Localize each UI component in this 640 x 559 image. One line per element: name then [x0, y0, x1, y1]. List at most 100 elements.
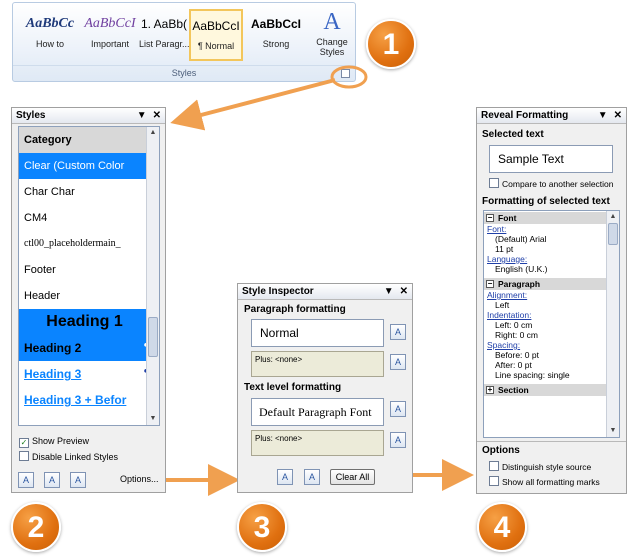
style-item-char-char[interactable]: Char Char¶	[19, 179, 159, 205]
indent-right-value: Right: 0 cm	[495, 330, 538, 340]
scroll-thumb[interactable]	[148, 317, 158, 357]
clear-all-button[interactable]: Clear All	[330, 469, 375, 485]
checkbox-checked-icon[interactable]: ✓	[19, 438, 29, 448]
compare-checkbox[interactable]: Compare to another selection	[489, 178, 614, 189]
collapse-icon[interactable]: −	[486, 280, 494, 288]
section-section-header[interactable]: + Section	[484, 384, 619, 396]
styles-pane-title: Styles ▼ ✕	[12, 108, 165, 124]
close-icon[interactable]: ✕	[614, 110, 622, 121]
spacing-after-value: After: 0 pt	[495, 360, 532, 370]
scroll-up-icon[interactable]: ▲	[608, 212, 618, 222]
new-style-button[interactable]: A	[304, 469, 320, 485]
show-preview-checkbox[interactable]: ✓ Show Preview	[19, 436, 89, 448]
options-heading: Options	[482, 445, 520, 456]
pane-title-text: Styles	[16, 110, 46, 121]
style-inspector-pane: Style Inspector ▼ ✕ Paragraph formatting …	[237, 283, 413, 493]
line-spacing-value: Line spacing: single	[495, 370, 570, 380]
show-formatting-marks-checkbox[interactable]: Show all formatting marks	[489, 476, 600, 487]
style-item-heading-3-before[interactable]: Heading 3 + Befor	[19, 387, 159, 413]
scroll-thumb[interactable]	[608, 223, 618, 245]
pane-title-text: Style Inspector	[242, 286, 314, 297]
section-label: Font	[498, 213, 517, 223]
close-icon[interactable]: ✕	[400, 286, 408, 297]
distinguish-label: Distinguish style source	[502, 462, 592, 472]
clear-paragraph-formatting-icon[interactable]: A	[390, 354, 406, 370]
styles-pane: Styles ▼ ✕ Category¶ Clear (Custom Color …	[11, 107, 166, 493]
alignment-link[interactable]: Alignment:	[484, 290, 619, 300]
reset-character-icon[interactable]: A	[390, 401, 406, 417]
style-item-ctl00[interactable]: ctl00_placeholdermain_a	[19, 231, 159, 257]
formatting-tree[interactable]: − Font Font: (Default) Arial 11 pt Langua…	[483, 210, 620, 438]
font-section-header[interactable]: − Font	[484, 212, 619, 224]
divider	[477, 441, 626, 442]
spacing-before-value: Before: 0 pt	[495, 350, 539, 360]
step-badge-4: 4	[477, 502, 527, 552]
font-link[interactable]: Font:	[484, 224, 619, 234]
style-inspector-title: Style Inspector ▼ ✕	[238, 284, 412, 300]
paragraph-section-header[interactable]: − Paragraph	[484, 278, 619, 290]
style-item-label: Heading 1	[46, 313, 123, 330]
styles-list[interactable]: Category¶ Clear (Custom Color Char Char¶…	[18, 126, 160, 426]
checkbox-icon[interactable]	[489, 178, 499, 188]
expand-icon[interactable]: +	[486, 386, 494, 394]
style-item-heading-2[interactable]: Heading 2¶a	[19, 335, 159, 361]
style-item-header[interactable]: Header¶	[19, 283, 159, 309]
spacing-link[interactable]: Spacing:	[484, 340, 619, 350]
checkbox-icon[interactable]	[489, 476, 499, 486]
manage-styles-button[interactable]: A	[70, 472, 86, 488]
language-value: English (U.K.)	[495, 264, 548, 274]
style-item-label: Heading 2	[24, 341, 82, 355]
text-style-field[interactable]: Default Paragraph Font	[251, 398, 384, 426]
styles-list-scrollbar[interactable]: ▲ ▼	[146, 127, 159, 425]
section-label: Paragraph	[498, 279, 541, 289]
disable-linked-label: Disable Linked Styles	[32, 452, 119, 462]
dropdown-icon[interactable]: ▼	[598, 110, 608, 121]
font-value: (Default) Arial	[495, 234, 547, 244]
style-item-label: Heading 3	[24, 367, 82, 381]
disable-linked-styles-checkbox[interactable]: Disable Linked Styles	[19, 451, 118, 462]
style-item-category[interactable]: Category¶	[19, 127, 159, 153]
show-marks-label: Show all formatting marks	[502, 477, 600, 487]
style-item-label: Category	[24, 134, 72, 146]
style-inspector-button[interactable]: A	[44, 472, 60, 488]
step-badge-3: 3	[237, 502, 287, 552]
formatting-scrollbar[interactable]: ▲ ▼	[606, 211, 619, 437]
options-link[interactable]: Options...	[120, 474, 159, 484]
style-item-label: Header	[24, 290, 61, 302]
sample-text-field: Sample Text	[489, 145, 613, 173]
dropdown-icon[interactable]: ▼	[137, 110, 147, 121]
reset-paragraph-icon[interactable]: A	[390, 324, 406, 340]
scroll-up-icon[interactable]: ▲	[148, 128, 158, 138]
dropdown-icon[interactable]: ▼	[384, 286, 394, 297]
language-link[interactable]: Language:	[484, 254, 619, 264]
highlight-ring	[330, 65, 368, 89]
reveal-formatting-button[interactable]: A	[277, 469, 293, 485]
clear-character-formatting-icon[interactable]: A	[390, 432, 406, 448]
show-preview-label: Show Preview	[32, 436, 90, 446]
scroll-down-icon[interactable]: ▼	[608, 426, 618, 436]
formatting-heading: Formatting of selected text	[482, 196, 610, 207]
style-item-heading-3[interactable]: Heading 3¶a	[19, 361, 159, 387]
collapse-icon[interactable]: −	[486, 214, 494, 222]
scroll-down-icon[interactable]: ▼	[148, 414, 158, 424]
style-item-clear-custom-color[interactable]: Clear (Custom Color	[19, 153, 159, 179]
style-item-footer[interactable]: Footer¶	[19, 257, 159, 283]
indentation-link[interactable]: Indentation:	[484, 310, 619, 320]
reveal-formatting-title: Reveal Formatting ▼ ✕	[477, 108, 626, 124]
compare-label: Compare to another selection	[502, 179, 614, 189]
close-icon[interactable]: ✕	[153, 110, 161, 121]
style-item-heading-1[interactable]: Heading 1¶	[19, 309, 159, 335]
new-style-button[interactable]: A	[18, 472, 34, 488]
style-item-label: Clear (Custom Color	[24, 160, 125, 172]
distinguish-style-source-checkbox[interactable]: Distinguish style source	[489, 461, 591, 472]
style-item-cm4[interactable]: CM4¶	[19, 205, 159, 231]
style-item-label: Heading 3 + Befor	[24, 393, 127, 407]
selected-text-heading: Selected text	[482, 129, 544, 140]
paragraph-style-field[interactable]: Normal	[251, 319, 384, 347]
style-item-label: CM4	[24, 212, 48, 224]
text-level-formatting-heading: Text level formatting	[244, 382, 342, 393]
checkbox-icon[interactable]	[489, 461, 499, 471]
checkbox-icon[interactable]	[19, 451, 29, 461]
reveal-formatting-pane: Reveal Formatting ▼ ✕ Selected text Sampl…	[476, 107, 627, 494]
step-badge-2: 2	[11, 502, 61, 552]
